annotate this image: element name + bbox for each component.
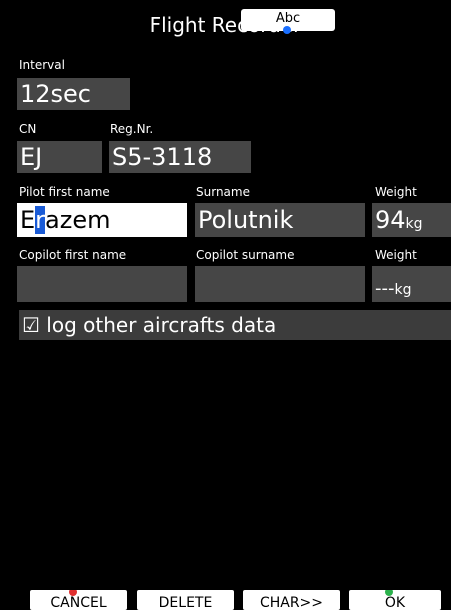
char-button[interactable]: CHAR>> [243,590,340,610]
surname-field[interactable]: Polutnik [195,203,365,237]
delete-label: DELETE [158,595,213,610]
pilot-first-name-field[interactable]: Erazem [17,203,187,237]
weight-field[interactable]: 94kg [372,203,451,237]
copilot-weight-field[interactable]: ---kg [372,266,451,302]
cancel-label: CANCEL [50,595,107,610]
copilot-surname-label: Copilot surname [196,248,295,262]
surname-label: Surname [196,185,250,199]
pilot-first-name-value: Erazem [20,206,111,234]
interval-field[interactable]: 12sec [17,78,130,110]
copilot-weight-value: --- [375,278,395,299]
ok-button[interactable]: OK [349,590,441,610]
weight-value: 94 [375,206,406,234]
log-other-aircrafts-checkbox[interactable]: ☑ log other aircrafts data [19,310,451,340]
cursor-dot-icon [283,26,291,34]
keyboard-mode-badge[interactable]: Abc [241,9,335,34]
cn-field[interactable]: EJ [17,141,102,173]
weight-label: Weight [375,185,417,199]
pilot-first-name-label: Pilot first name [19,185,110,199]
keyboard-mode-label: Abc [275,11,301,26]
copilot-weight-label: Weight [375,248,417,262]
cancel-button[interactable]: CANCEL [30,590,127,610]
char-label: CHAR>> [259,595,324,610]
text-cursor: r [35,206,46,234]
page-title: Flight Recorder [149,13,302,37]
copilot-weight-unit: kg [394,282,412,298]
reg-label: Reg.Nr. [110,122,154,136]
log-other-aircrafts-label: log other aircrafts data [46,313,277,337]
checkbox-icon: ☑ [22,313,40,337]
copilot-first-name-label: Copilot first name [19,248,127,262]
interval-label: Interval [19,58,65,72]
weight-unit: kg [405,216,423,232]
cancel-mark-icon [68,590,77,596]
delete-button[interactable]: DELETE [137,590,234,610]
ok-label: OK [384,595,406,610]
copilot-first-name-field[interactable] [17,266,187,302]
copilot-surname-field[interactable] [195,266,365,302]
reg-field[interactable]: S5-3118 [109,141,251,173]
cn-label: CN [19,122,37,136]
